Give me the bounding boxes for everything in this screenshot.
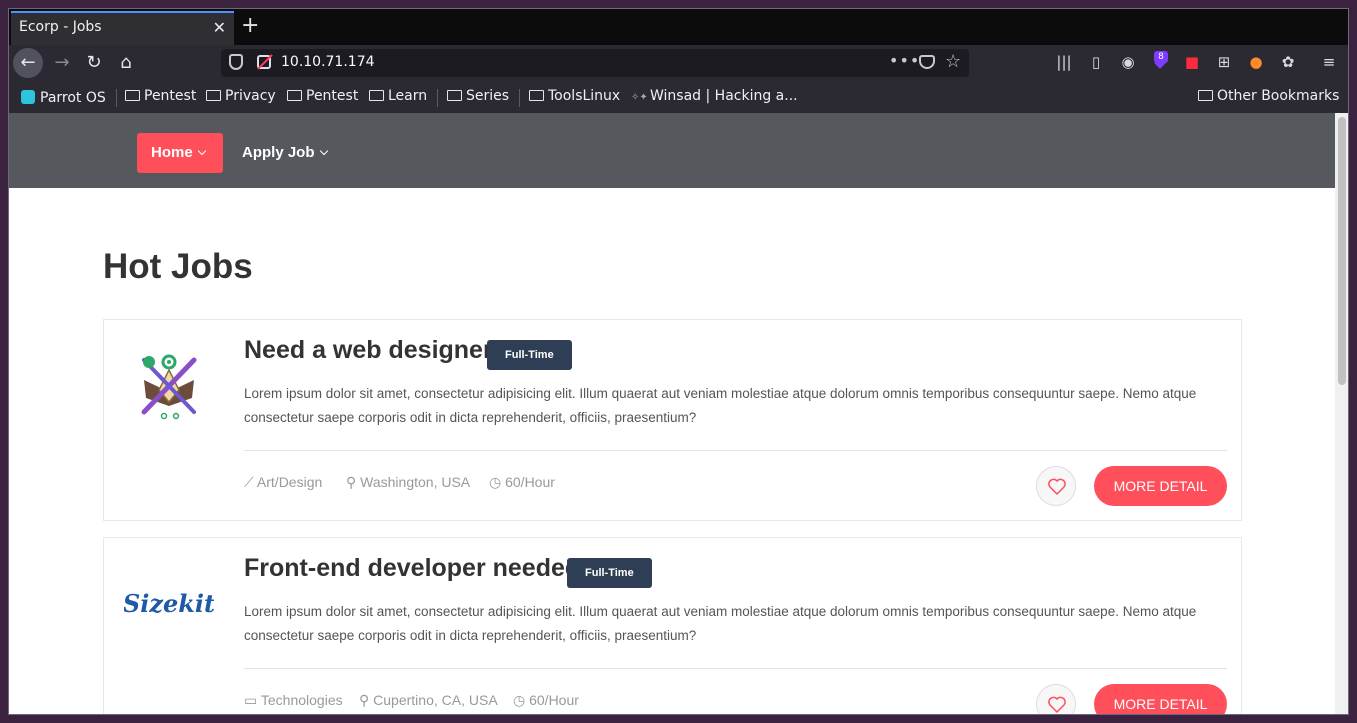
- url-bar[interactable]: 10.10.71.174 ••• ☆: [221, 49, 969, 77]
- nav-home-button[interactable]: Home: [137, 133, 223, 173]
- account-icon[interactable]: ◉: [1119, 53, 1137, 71]
- clock-icon: ◷: [513, 692, 530, 708]
- map-pin-icon: ⚲: [346, 474, 361, 490]
- wappalyzer-icon[interactable]: ●: [1247, 53, 1265, 71]
- insecure-lock-icon[interactable]: [257, 55, 271, 69]
- tab-strip: Ecorp - Jobs ✕ +: [9, 9, 1348, 45]
- sidebar-icon[interactable]: ▯: [1087, 53, 1105, 71]
- bookmark-folder-privacy[interactable]: Privacy: [206, 88, 276, 104]
- bookmark-folder-series[interactable]: Series: [447, 88, 509, 104]
- page-content: Home Apply Job Hot Jobs Need a web desig…: [9, 113, 1335, 714]
- bookmark-separator: [437, 89, 438, 107]
- job-location: ⚲ Cupertino, CA, USA: [359, 692, 498, 708]
- map-pin-icon: ⚲: [359, 692, 374, 708]
- svg-text:Sizekit: Sizekit: [124, 589, 214, 618]
- job-rate: ◷ 60/Hour: [489, 474, 555, 490]
- job-card: Sizekit Front-end developer needed Full-…: [103, 537, 1242, 714]
- divider: [244, 668, 1227, 669]
- bookmarks-bar: Parrot OS Pentest Privacy Pentest Learn …: [9, 81, 1348, 113]
- site-navbar: Home Apply Job: [9, 113, 1335, 188]
- more-detail-button[interactable]: MORE DETAIL: [1094, 684, 1227, 714]
- winsad-favicon-icon: ✧✦: [631, 92, 648, 103]
- back-icon[interactable]: ←: [13, 48, 43, 78]
- job-title[interactable]: Front-end developer needed: [244, 554, 580, 583]
- chevron-down-icon: [197, 146, 206, 156]
- bookmark-separator: [116, 89, 117, 107]
- heart-icon: [1048, 696, 1066, 714]
- job-type-badge: Full-Time: [487, 340, 572, 370]
- page-actions-icon[interactable]: •••: [889, 51, 920, 70]
- bookmark-folder-learn[interactable]: Learn: [369, 88, 427, 104]
- browser-window: Ecorp - Jobs ✕ + ← → ↻ ⌂ 10.10.71.174 ••…: [8, 8, 1349, 715]
- divider: [244, 450, 1227, 451]
- brush-icon: ⟋: [244, 474, 257, 490]
- folder-icon: [287, 90, 302, 101]
- url-text[interactable]: 10.10.71.174: [281, 54, 375, 70]
- job-description: Lorem ipsum dolor sit amet, consectetur …: [244, 386, 1197, 425]
- job-title[interactable]: Need a web designer: [244, 336, 493, 365]
- proxy-icon[interactable]: ⊞: [1215, 53, 1233, 71]
- folder-icon: [1198, 90, 1213, 101]
- job-rate: ◷ 60/Hour: [513, 692, 579, 708]
- more-detail-button[interactable]: MORE DETAIL: [1094, 466, 1227, 506]
- folder-icon: [369, 90, 384, 101]
- bookmark-star-icon[interactable]: ☆: [945, 51, 961, 72]
- pocket-icon[interactable]: [919, 55, 935, 69]
- sizekit-logo: Sizekit: [124, 589, 214, 618]
- clock-icon: ◷: [489, 474, 506, 490]
- job-category: ⟋ Art/Design: [244, 474, 323, 490]
- navigation-toolbar: ← → ↻ ⌂ 10.10.71.174 ••• ☆ ||| ▯ ◉ ◆ 8 ■…: [9, 45, 1348, 81]
- extension-badge: 8: [1154, 51, 1168, 63]
- parrot-icon: [21, 90, 35, 104]
- monitor-icon: ▭: [244, 692, 261, 708]
- library-icon[interactable]: |||: [1055, 53, 1073, 71]
- job-card: Need a web designer Full-Time Lorem ipsu…: [103, 319, 1242, 521]
- job-description: Lorem ipsum dolor sit amet, consectetur …: [244, 604, 1197, 643]
- folder-icon: [125, 90, 140, 101]
- heart-icon: [1048, 478, 1066, 496]
- bookmark-winsad[interactable]: ✧✦ Winsad | Hacking a...: [631, 88, 798, 104]
- menu-icon[interactable]: ≡: [1320, 53, 1338, 71]
- reload-icon[interactable]: ↻: [79, 48, 109, 78]
- folder-icon: [447, 90, 462, 101]
- cookie-icon[interactable]: ✿: [1279, 53, 1297, 71]
- job-location: ⚲ Washington, USA: [346, 474, 471, 490]
- bookmark-other[interactable]: Other Bookmarks: [1198, 88, 1339, 104]
- folder-icon: [529, 90, 544, 101]
- ublock-icon[interactable]: ■: [1183, 53, 1201, 71]
- bookmark-parrot-os[interactable]: Parrot OS: [21, 88, 106, 106]
- tracking-shield-icon[interactable]: [229, 54, 243, 70]
- job-type-badge: Full-Time: [567, 558, 652, 588]
- home-icon[interactable]: ⌂: [111, 48, 141, 78]
- bookmark-folder-pentest[interactable]: Pentest: [125, 88, 196, 104]
- job-category: ▭ Technologies: [244, 692, 343, 708]
- bookmark-folder-toolslinux[interactable]: ToolsLinux: [529, 88, 620, 104]
- tab-title: Ecorp - Jobs: [19, 19, 102, 35]
- bookmark-folder-pentest-2[interactable]: Pentest: [287, 88, 358, 104]
- nav-apply-job-button[interactable]: Apply Job: [242, 133, 328, 173]
- tab-ecorp-jobs[interactable]: Ecorp - Jobs ✕: [11, 11, 234, 45]
- bookmark-separator: [519, 89, 520, 107]
- folder-icon: [206, 90, 221, 101]
- favorite-button[interactable]: [1036, 684, 1076, 714]
- page-scrollbar[interactable]: [1335, 113, 1348, 714]
- chevron-down-icon: [319, 146, 328, 156]
- page-title: Hot Jobs: [103, 247, 253, 286]
- close-icon[interactable]: ✕: [213, 18, 226, 37]
- scrollbar-thumb[interactable]: [1338, 117, 1346, 385]
- forward-icon[interactable]: →: [47, 48, 77, 78]
- new-tab-button[interactable]: +: [241, 13, 259, 39]
- designer-logo: [141, 354, 197, 420]
- favorite-button[interactable]: [1036, 466, 1076, 506]
